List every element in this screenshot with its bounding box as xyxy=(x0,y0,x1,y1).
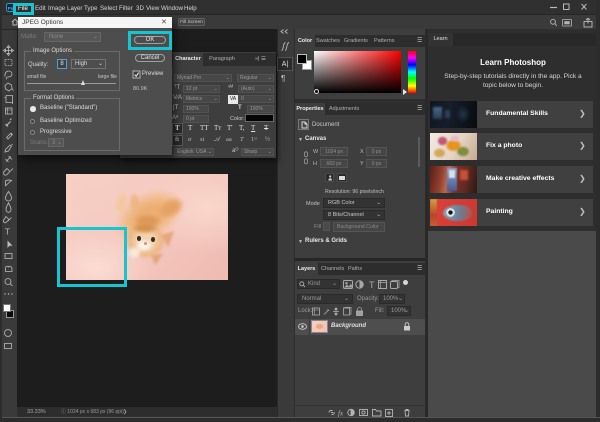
svg-text:fx: fx xyxy=(338,410,344,418)
svg-text:T: T xyxy=(5,227,10,237)
svg-text:T: T xyxy=(369,280,375,289)
